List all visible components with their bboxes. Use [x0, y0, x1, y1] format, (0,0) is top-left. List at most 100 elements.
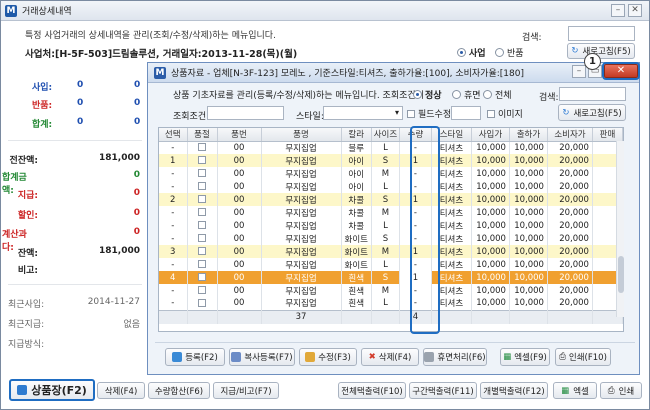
print-button[interactable]: ⎙ 인쇄(F10): [555, 348, 611, 366]
dialog-refresh-button[interactable]: ↻ 새로고침(F5): [558, 104, 626, 121]
column-header[interactable]: 판매: [592, 128, 623, 142]
image-checkbox[interactable]: 이미지: [487, 107, 523, 120]
product-ledger-button[interactable]: 상품장(F2): [9, 379, 95, 401]
table-cell: 무지집업: [261, 167, 342, 180]
dialog-close-icon[interactable]: ✕: [604, 64, 638, 78]
required-edit-input[interactable]: [451, 106, 481, 120]
table-cell: 10,000: [471, 206, 510, 219]
checkbox-icon[interactable]: [198, 182, 206, 190]
checkbox-icon[interactable]: [198, 156, 206, 164]
table-cell: L: [371, 180, 400, 193]
delete-button[interactable]: ✖ 삭제(F4): [361, 348, 419, 366]
dialog-search-input[interactable]: [559, 87, 626, 101]
table-cell: 20,000: [547, 284, 593, 297]
radio-business[interactable]: 사업: [457, 46, 486, 59]
minimize-icon[interactable]: –: [611, 4, 625, 17]
table-cell: 00: [217, 284, 262, 297]
table-cell: 20,000: [547, 141, 593, 154]
delete-icon: ✖: [368, 352, 376, 362]
outer-refresh-button[interactable]: ↻ 새로고침(F5): [567, 43, 635, 59]
refresh-icon: ↻: [571, 46, 579, 56]
recent-buy: 최근사입: 2014-11-27: [8, 297, 140, 310]
checkbox-icon[interactable]: [198, 195, 206, 203]
checkbox-icon[interactable]: [198, 260, 206, 268]
delete-button[interactable]: 삭제(F4): [97, 382, 145, 399]
column-header[interactable]: 품명: [261, 128, 342, 142]
column-header[interactable]: 선택: [159, 128, 188, 142]
table-row[interactable]: -00 무지집업 화이트 L - 티셔츠 10,000 10,000 20,000: [159, 258, 623, 271]
cond-input[interactable]: [207, 106, 284, 120]
print-all-tags-button[interactable]: 전체택출력(F10): [338, 382, 406, 399]
copy-register-button[interactable]: 복사등록(F7): [229, 348, 295, 366]
table-row[interactable]: -00 무지집업 차콜 L - 티셔츠 10,000 10,000 20,000: [159, 219, 623, 232]
table-row[interactable]: -00 무지집업 흰색 M - 티셔츠 10,000 10,000 20,000: [159, 284, 623, 297]
column-header[interactable]: 사이즈: [371, 128, 400, 142]
edit-button[interactable]: 수정(F3): [299, 348, 357, 366]
payment-memo-button[interactable]: 지급/비고(F7): [213, 382, 279, 399]
column-header[interactable]: 출하가: [509, 128, 548, 142]
excel-button[interactable]: ▦ 엑셀(F9): [500, 348, 550, 366]
table-cell: 차콜: [341, 206, 372, 219]
checkbox-icon[interactable]: [198, 208, 206, 216]
vertical-scrollbar[interactable]: [616, 141, 624, 317]
table-cell: -: [159, 232, 188, 245]
checkbox-icon[interactable]: [198, 143, 206, 152]
radio-rest[interactable]: 휴면: [452, 88, 481, 101]
table-cell: 20,000: [547, 154, 593, 167]
print-range-tags-button[interactable]: 구간택출력(F11): [409, 382, 477, 399]
column-header[interactable]: 사입가: [471, 128, 510, 142]
style-select[interactable]: ▾: [323, 106, 403, 120]
print-button[interactable]: ⎙ 인쇄: [600, 382, 642, 399]
add-icon: [172, 352, 183, 362]
table-row[interactable]: -00 무지집업 흰색 L - 티셔츠 10,000 10,000 20,000: [159, 297, 623, 310]
table-cell: 차콜: [341, 193, 372, 206]
table-cell: 1: [159, 154, 188, 167]
pencil-icon: [305, 352, 316, 362]
table-row[interactable]: 1 00 무지집업 아이 S 1 티셔츠 10,000 10,000 20,000: [159, 154, 623, 167]
total-sum-amount: 합계금액: 0: [2, 170, 140, 196]
search-input[interactable]: [568, 26, 635, 41]
radio-return[interactable]: 반품: [495, 46, 524, 59]
table-cell: M: [371, 206, 400, 219]
table-row[interactable]: 4 00 무지집업 흰색 S 1 티셔츠 10,000 10,000 20,000: [159, 271, 623, 284]
dormant-button[interactable]: 휴면처리(F6): [423, 348, 487, 366]
table-row[interactable]: -00 무지집업 아이 L - 티셔츠 10,000 10,000 20,000: [159, 180, 623, 193]
radio-normal[interactable]: 정상: [413, 88, 442, 101]
checkbox-icon[interactable]: [198, 221, 206, 229]
table-cell: 00: [217, 180, 262, 193]
radio-icon: [495, 48, 504, 57]
checkbox-icon[interactable]: [198, 234, 206, 242]
table-cell: 20,000: [547, 271, 593, 284]
scroll-thumb[interactable]: [618, 256, 624, 293]
table-row[interactable]: -00 무지집업 블루 L - 티셔츠 10,000 10,000 20,000: [159, 141, 623, 154]
column-header[interactable]: 칼라: [341, 128, 372, 142]
table-row[interactable]: -00 무지집업 아이 M - 티셔츠 10,000 10,000 20,000: [159, 167, 623, 180]
dialog-minimize-icon[interactable]: –: [572, 65, 586, 78]
checkbox-icon[interactable]: [198, 247, 206, 255]
column-header[interactable]: 품번: [217, 128, 262, 142]
table-row[interactable]: 2 00 무지집업 차콜 S 1 티셔츠 10,000 10,000 20,000: [159, 193, 623, 206]
register-button[interactable]: 등록(F2): [165, 348, 225, 366]
checkbox-icon[interactable]: [198, 298, 206, 307]
add-icon: [17, 385, 28, 395]
table-row[interactable]: -00 무지집업 차콜 M - 티셔츠 10,000 10,000 20,000: [159, 206, 623, 219]
required-edit-checkbox[interactable]: 필드수정: [407, 107, 451, 120]
close-icon[interactable]: ✕: [628, 4, 642, 17]
table-cell: 20,000: [547, 167, 593, 180]
page-description: 특정 사업거래의 상세내역을 관리(조회/수정/삭제)하는 메뉴입니다.: [25, 31, 276, 41]
radio-all[interactable]: 전체: [483, 88, 512, 101]
table-row[interactable]: -00 무지집업 화이트 S - 티셔츠 10,000 10,000 20,000: [159, 232, 623, 245]
qty-sum-button[interactable]: 수량합산(F6): [148, 382, 210, 399]
excel-button[interactable]: ▦ 엑셀: [553, 382, 597, 399]
copy-icon: [231, 352, 242, 362]
excel-icon: ▦: [503, 352, 512, 362]
column-header[interactable]: 품절: [187, 128, 218, 142]
table-row[interactable]: 3 00 무지집업 화이트 M 1 티셔츠 10,000 10,000 20,000: [159, 245, 623, 258]
column-header[interactable]: 소비자가: [547, 128, 593, 142]
table-cell: 20,000: [547, 245, 593, 258]
summary-panel: 사입: 0 0 반품: 0 0 합계: 0 0 전잔액: 181,000 합계금액…: [2, 64, 148, 372]
checkbox-icon[interactable]: [198, 273, 206, 281]
checkbox-icon[interactable]: [198, 169, 206, 177]
checkbox-icon[interactable]: [198, 286, 206, 294]
print-single-tags-button[interactable]: 개별택출력(F12): [480, 382, 548, 399]
